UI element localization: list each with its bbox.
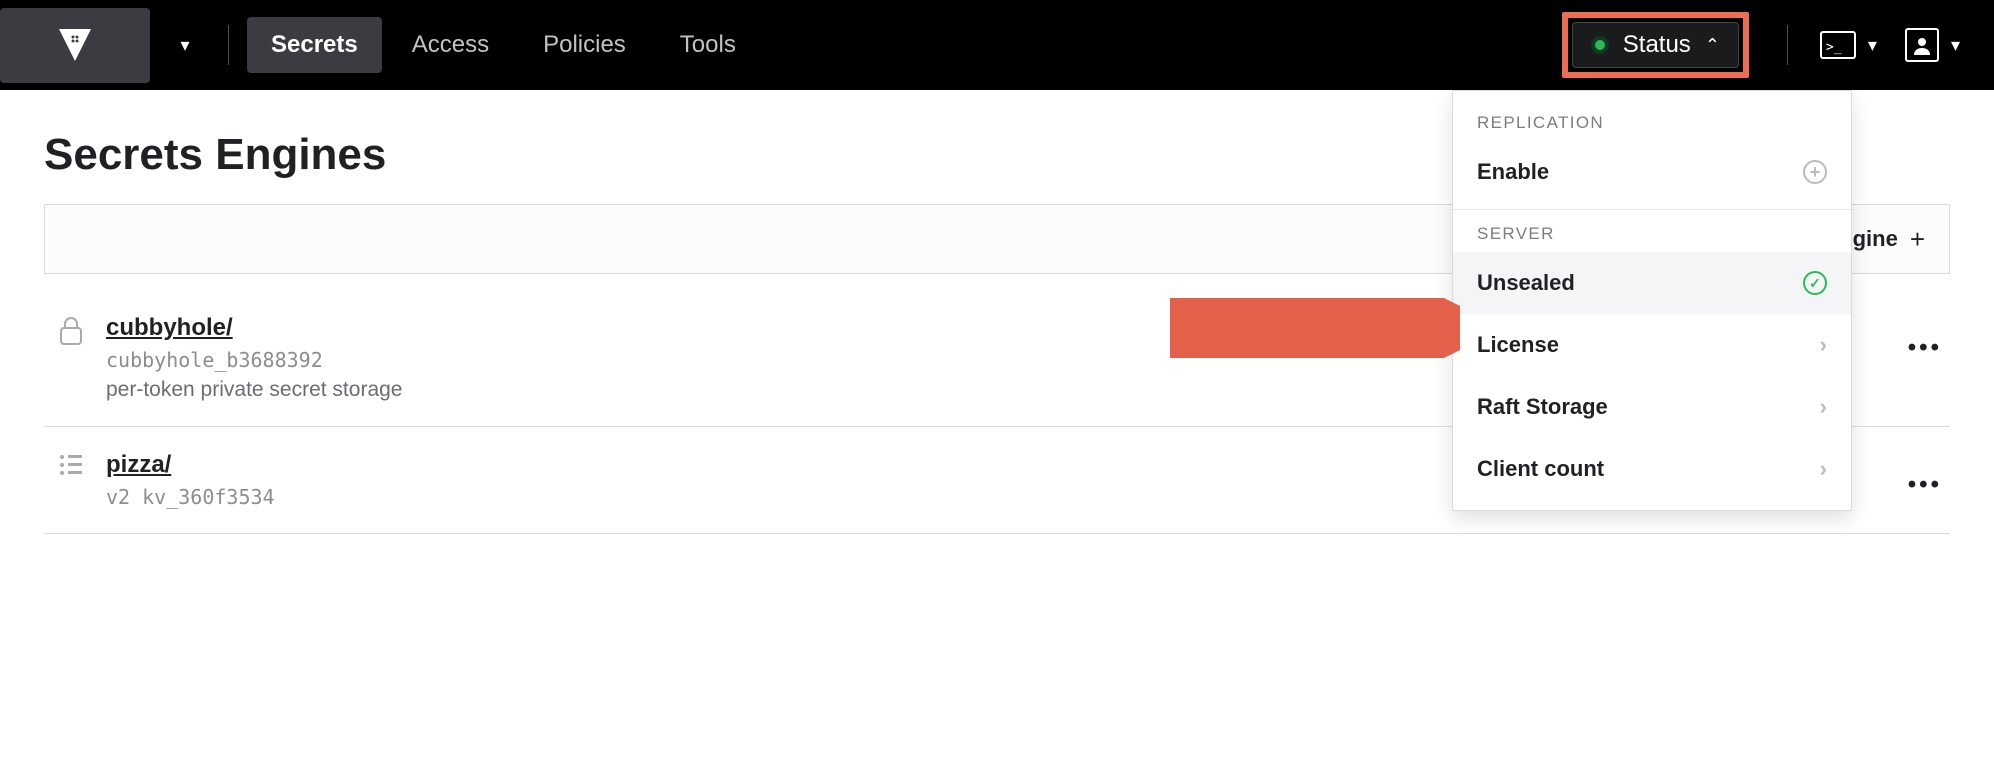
engine-link[interactable]: cubbyhole/ <box>106 314 402 342</box>
engine-meta: v2 kv_360f3534 <box>106 485 275 509</box>
nav-link-access[interactable]: Access <box>388 17 513 73</box>
dropdown-item-label: Enable <box>1477 159 1549 185</box>
status-label: Status <box>1623 31 1691 59</box>
dropdown-item-label: Client count <box>1477 456 1604 482</box>
dropdown-item-label: License <box>1477 332 1559 358</box>
dropdown-section-label: REPLICATION <box>1453 105 1851 141</box>
plus-circle-icon: + <box>1803 160 1827 184</box>
dropdown-item-label: Raft Storage <box>1477 394 1608 420</box>
dropdown-item-client-count[interactable]: Client count › <box>1453 438 1851 500</box>
engine-link[interactable]: pizza/ <box>106 451 275 479</box>
vault-logo-icon <box>55 25 95 65</box>
status-highlight-box: Status ⌃ <box>1562 12 1749 78</box>
nav-link-policies[interactable]: Policies <box>519 17 650 73</box>
dropdown-divider <box>1453 209 1851 210</box>
nav-divider <box>228 25 229 65</box>
chevron-down-icon: ▾ <box>180 35 189 56</box>
dropdown-item-enable-replication[interactable]: Enable + <box>1453 141 1851 203</box>
engine-meta: cubbyhole_b3688392 <box>106 348 402 372</box>
terminal-icon: >_ <box>1820 31 1856 59</box>
nav-links: Secrets Access Policies Tools <box>247 17 760 73</box>
list-icon <box>58 453 88 509</box>
logo-button[interactable] <box>0 8 150 83</box>
chevron-right-icon: › <box>1820 332 1827 358</box>
nav-link-secrets[interactable]: Secrets <box>247 17 382 73</box>
engine-description: per-token private secret storage <box>106 378 402 402</box>
dropdown-item-label: Unsealed <box>1477 270 1575 296</box>
chevron-up-icon: ⌃ <box>1705 35 1720 56</box>
user-menu-button[interactable]: ▾ <box>1891 18 1974 72</box>
user-icon <box>1905 28 1939 62</box>
namespace-picker[interactable]: ▾ <box>160 8 210 83</box>
nav-link-tools[interactable]: Tools <box>656 17 760 73</box>
chevron-right-icon: › <box>1820 394 1827 420</box>
status-dropdown: REPLICATION Enable + SERVER Unsealed ✓ L… <box>1452 90 1852 511</box>
lock-icon <box>58 316 88 402</box>
dropdown-item-unsealed[interactable]: Unsealed ✓ <box>1453 252 1851 314</box>
dropdown-section-label: SERVER <box>1453 216 1851 252</box>
check-circle-icon: ✓ <box>1803 271 1827 295</box>
top-nav: ▾ Secrets Access Policies Tools Status ⌃… <box>0 0 1994 90</box>
chevron-down-icon: ▾ <box>1868 35 1877 56</box>
dropdown-item-raft-storage[interactable]: Raft Storage › <box>1453 376 1851 438</box>
status-indicator-icon <box>1591 36 1609 54</box>
console-button[interactable]: >_ ▾ <box>1806 21 1891 69</box>
engine-actions-menu[interactable]: ••• <box>1908 471 1942 499</box>
chevron-down-icon: ▾ <box>1951 35 1960 56</box>
status-button[interactable]: Status ⌃ <box>1572 22 1739 68</box>
nav-divider <box>1787 25 1788 65</box>
dropdown-item-license[interactable]: License › <box>1453 314 1851 376</box>
plus-icon: + <box>1910 224 1925 255</box>
engine-actions-menu[interactable]: ••• <box>1908 334 1942 362</box>
chevron-right-icon: › <box>1820 456 1827 482</box>
